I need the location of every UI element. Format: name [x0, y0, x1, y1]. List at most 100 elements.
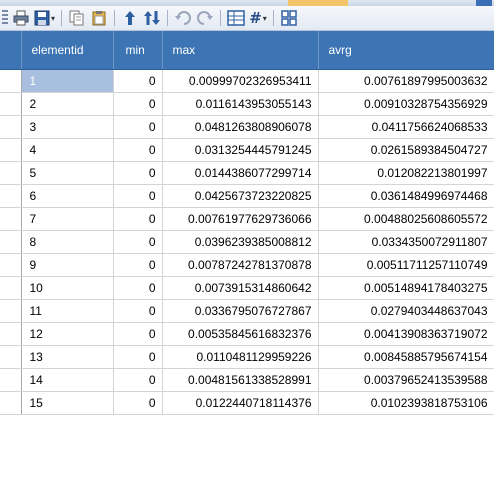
row-header[interactable] — [0, 230, 22, 254]
row-header[interactable] — [0, 92, 22, 116]
cell-elementid[interactable]: 1 — [21, 69, 114, 93]
row-header[interactable] — [0, 207, 22, 231]
copy-button[interactable] — [67, 8, 87, 28]
cell-elementid[interactable]: 10 — [21, 276, 114, 300]
cell-avrg[interactable]: 0.0102393818753106 — [318, 391, 494, 415]
cell-max[interactable]: 0.0313254445791245 — [162, 138, 319, 162]
cell-elementid[interactable]: 2 — [21, 92, 114, 116]
cell-max[interactable]: 0.0396239385008812 — [162, 230, 319, 254]
table-row[interactable]: 2 0 0.0116143953055143 0.00910328754356929 — [0, 92, 494, 116]
column-header-max[interactable]: max — [162, 31, 319, 70]
cell-elementid[interactable]: 5 — [21, 161, 114, 185]
layout-button[interactable] — [279, 8, 299, 28]
row-header[interactable] — [0, 368, 22, 392]
row-header[interactable] — [0, 138, 22, 162]
cell-avrg[interactable]: 0.00910328754356929 — [318, 92, 494, 116]
cell-avrg[interactable]: 0.00511711257110749 — [318, 253, 494, 277]
row-header[interactable] — [0, 345, 22, 369]
row-header[interactable] — [0, 253, 22, 277]
cell-elementid[interactable]: 12 — [21, 322, 114, 346]
cell-avrg[interactable]: 0.00413908363719072 — [318, 322, 494, 346]
cell-avrg[interactable]: 0.00845885795674154 — [318, 345, 494, 369]
cell-min[interactable]: 0 — [113, 299, 163, 323]
cell-min[interactable]: 0 — [113, 230, 163, 254]
redo-button[interactable] — [195, 8, 215, 28]
table-row[interactable]: 11 0 0.0336795076727867 0.0279403448637043 — [0, 299, 494, 323]
sort-descending-button[interactable] — [142, 8, 162, 28]
cell-elementid[interactable]: 11 — [21, 299, 114, 323]
chevron-down-icon[interactable]: ▾ — [51, 14, 55, 23]
cell-max[interactable]: 0.0116143953055143 — [162, 92, 319, 116]
cell-min[interactable]: 0 — [113, 322, 163, 346]
table-row[interactable]: 7 0 0.00761977629736066 0.00488025608605572 — [0, 207, 494, 231]
table-row[interactable]: 4 0 0.0313254445791245 0.0261589384504727 — [0, 138, 494, 162]
row-header[interactable] — [0, 69, 22, 93]
sort-ascending-button[interactable] — [120, 8, 140, 28]
cell-elementid[interactable]: 8 — [21, 230, 114, 254]
column-header-min[interactable]: min — [113, 31, 163, 70]
cell-min[interactable]: 0 — [113, 276, 163, 300]
cell-max[interactable]: 0.0110481129959226 — [162, 345, 319, 369]
cell-min[interactable]: 0 — [113, 115, 163, 139]
cell-min[interactable]: 0 — [113, 368, 163, 392]
table-row[interactable]: 14 0 0.00481561338528991 0.0037965241353958… — [0, 368, 494, 392]
cell-avrg[interactable]: 0.0334350072911807 — [318, 230, 494, 254]
cell-avrg[interactable]: 0.00761897995003632 — [318, 69, 494, 93]
cell-max[interactable]: 0.0336795076727867 — [162, 299, 319, 323]
row-header[interactable] — [0, 184, 22, 208]
table-row[interactable]: 3 0 0.0481263808906078 0.0411756624068533 — [0, 115, 494, 139]
cell-min[interactable]: 0 — [113, 138, 163, 162]
toolbar-grip[interactable] — [2, 10, 8, 26]
cell-elementid[interactable]: 15 — [21, 391, 114, 415]
cell-max[interactable]: 0.00535845616832376 — [162, 322, 319, 346]
row-header[interactable] — [0, 115, 22, 139]
cell-max[interactable]: 0.0122440718114376 — [162, 391, 319, 415]
table-row[interactable]: 12 0 0.00535845616832376 0.0041390836371907… — [0, 322, 494, 346]
save-button[interactable]: ▾ — [33, 8, 56, 28]
row-header[interactable] — [0, 276, 22, 300]
cell-max[interactable]: 0.0144386077299714 — [162, 161, 319, 185]
row-header[interactable] — [0, 299, 22, 323]
select-all-corner[interactable] — [0, 31, 22, 70]
cell-max[interactable]: 0.0425673723220825 — [162, 184, 319, 208]
cell-avrg[interactable]: 0.0361484996974468 — [318, 184, 494, 208]
cell-avrg[interactable]: 0.00488025608605572 — [318, 207, 494, 231]
cell-max[interactable]: 0.00787242781370878 — [162, 253, 319, 277]
cell-elementid[interactable]: 13 — [21, 345, 114, 369]
cell-avrg[interactable]: 0.012082213801997 — [318, 161, 494, 185]
cell-avrg[interactable]: 0.00379652413539588 — [318, 368, 494, 392]
cell-avrg[interactable]: 0.0261589384504727 — [318, 138, 494, 162]
hash-button[interactable]: # ▾ — [248, 8, 268, 28]
column-header-elementid[interactable]: elementid — [21, 31, 114, 70]
table-row[interactable]: 9 0 0.00787242781370878 0.00511711257110749 — [0, 253, 494, 277]
cell-min[interactable]: 0 — [113, 207, 163, 231]
table-row[interactable]: 6 0 0.0425673723220825 0.0361484996974468 — [0, 184, 494, 208]
cell-min[interactable]: 0 — [113, 184, 163, 208]
cell-elementid[interactable]: 3 — [21, 115, 114, 139]
table-row[interactable]: 10 0 0.0073915314860642 0.00514894178403275 — [0, 276, 494, 300]
cell-min[interactable]: 0 — [113, 391, 163, 415]
cell-min[interactable]: 0 — [113, 345, 163, 369]
cell-max[interactable]: 0.00999702326953411 — [162, 69, 319, 93]
undo-button[interactable] — [173, 8, 193, 28]
cell-max[interactable]: 0.0073915314860642 — [162, 276, 319, 300]
row-header[interactable] — [0, 322, 22, 346]
table-row[interactable]: 5 0 0.0144386077299714 0.012082213801997 — [0, 161, 494, 185]
cell-max[interactable]: 0.0481263808906078 — [162, 115, 319, 139]
cell-elementid[interactable]: 9 — [21, 253, 114, 277]
cell-avrg[interactable]: 0.0279403448637043 — [318, 299, 494, 323]
row-header[interactable] — [0, 161, 22, 185]
row-header[interactable] — [0, 391, 22, 415]
cell-max[interactable]: 0.00761977629736066 — [162, 207, 319, 231]
chevron-down-icon[interactable]: ▾ — [263, 14, 267, 23]
cell-min[interactable]: 0 — [113, 253, 163, 277]
cell-elementid[interactable]: 14 — [21, 368, 114, 392]
cell-avrg[interactable]: 0.00514894178403275 — [318, 276, 494, 300]
cell-elementid[interactable]: 4 — [21, 138, 114, 162]
grid-view-button[interactable] — [226, 8, 246, 28]
table-row[interactable]: 15 0 0.0122440718114376 0.0102393818753106 — [0, 391, 494, 415]
cell-avrg[interactable]: 0.0411756624068533 — [318, 115, 494, 139]
column-header-avrg[interactable]: avrg — [318, 31, 494, 70]
cell-max[interactable]: 0.00481561338528991 — [162, 368, 319, 392]
cell-min[interactable]: 0 — [113, 69, 163, 93]
